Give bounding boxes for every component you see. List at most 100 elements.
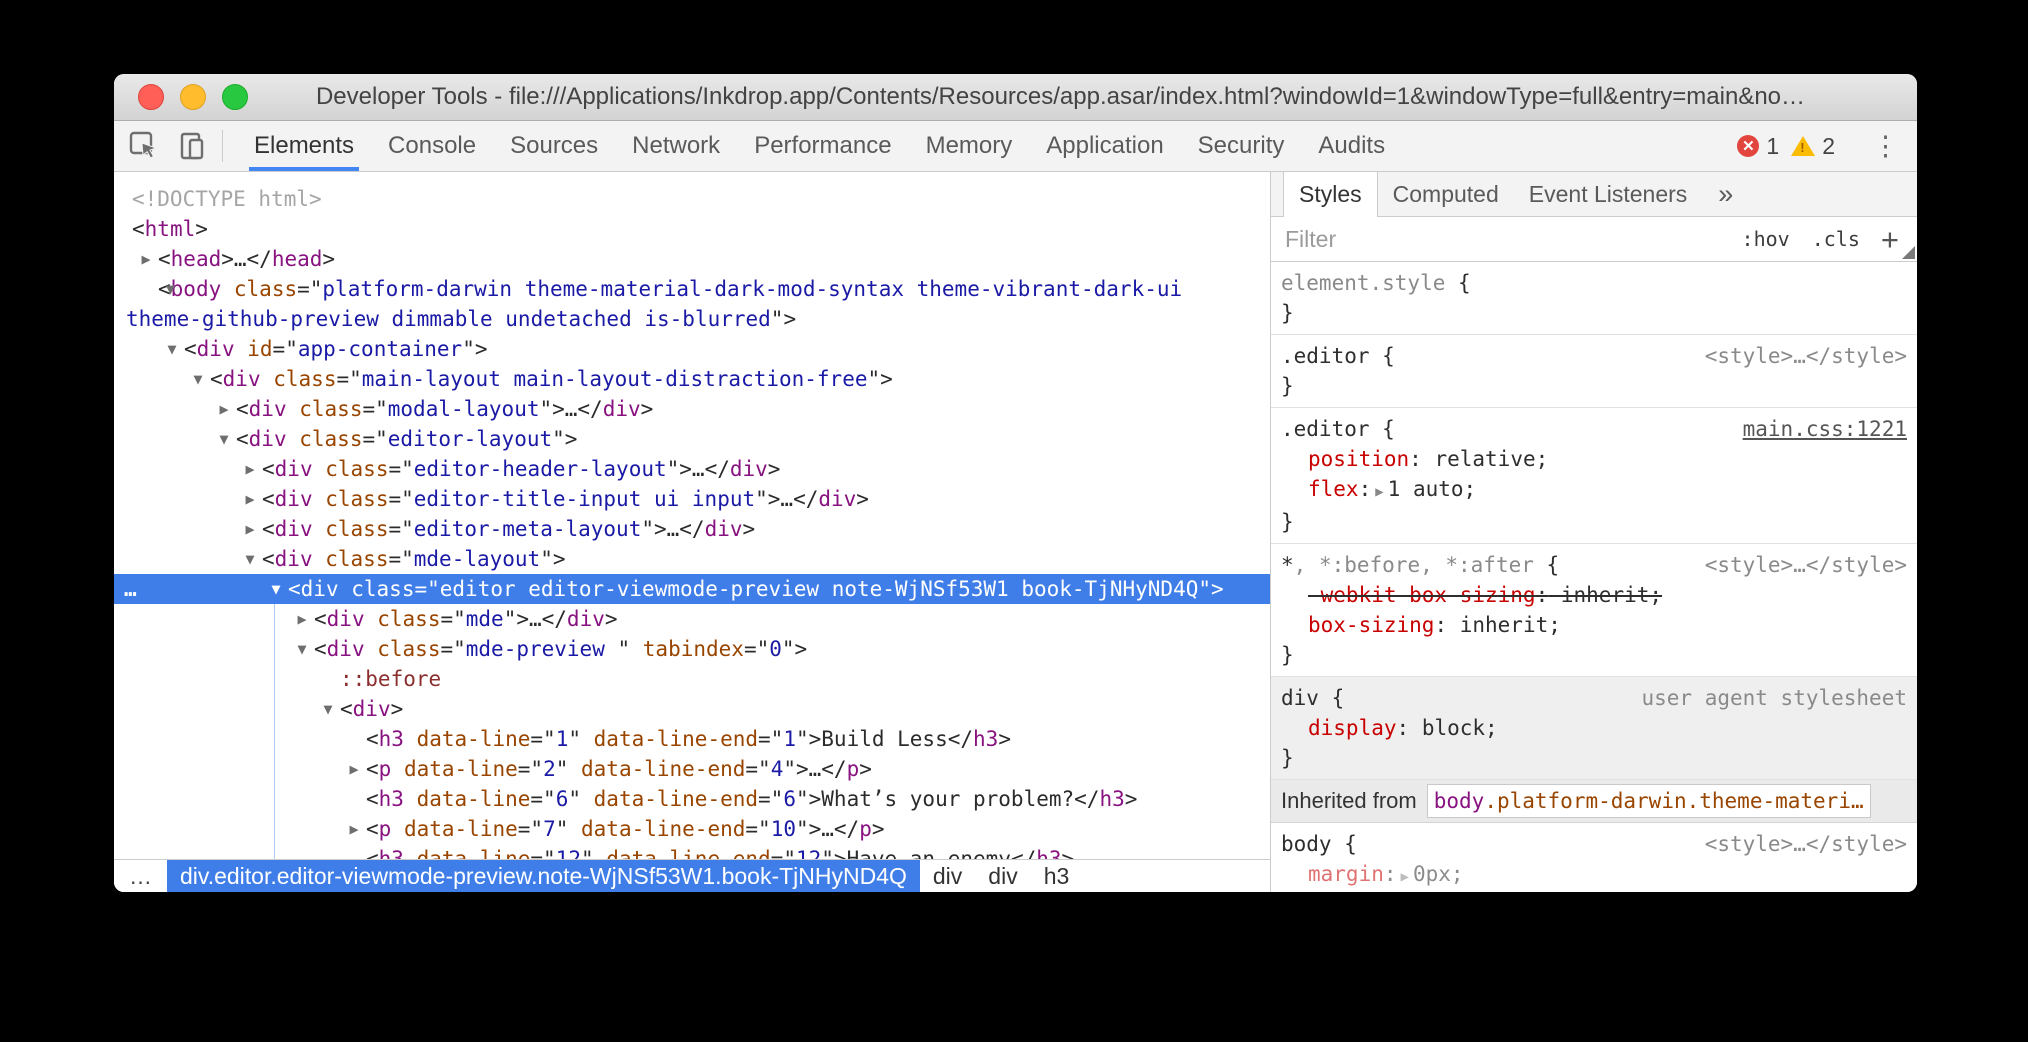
expand-arrow-icon[interactable]: ▶ [238,454,262,484]
css-declaration[interactable]: -webkit-box-sizing: inherit; [1281,580,1907,610]
tab-sources[interactable]: Sources [493,121,615,171]
expand-value-icon[interactable]: ▶ [1371,484,1387,500]
breadcrumb-item-selected[interactable]: div.editor.editor-viewmode-preview.note-… [167,860,920,892]
code-token: data-line-end [606,847,770,859]
dom-tree-row[interactable]: ▼<div> [114,694,1270,724]
sidebar-tab-styles[interactable]: Styles [1283,172,1378,217]
dom-tree: <!DOCTYPE html><html>▶<head>…</head>▼<bo… [114,172,1270,859]
code-token: class [351,577,414,601]
stylesheet-source-link[interactable]: main.css:1221 [1733,414,1907,444]
error-icon: ✕ [1737,135,1759,157]
dom-tree-row[interactable]: ▼<div id="app-container"> [114,334,1270,364]
collapse-arrow-icon[interactable]: ▼ [186,364,210,394]
code-token: < [366,787,379,811]
code-token: div [275,487,313,511]
class-toggle-button[interactable]: .cls [1801,227,1871,251]
hover-state-button[interactable]: :hov [1731,227,1801,251]
dom-tree-row[interactable]: ▼<div class="editor-layout"> [114,424,1270,454]
inspect-element-icon[interactable] [128,130,160,162]
resize-grip[interactable] [1902,246,1915,259]
dom-tree-row[interactable]: <h3 data-line="1" data-line-end="1">Buil… [114,724,1270,754]
sidebar-more-tabs-icon[interactable]: » [1702,172,1749,216]
code-token: =" [362,427,387,451]
tab-application[interactable]: Application [1029,121,1180,171]
dom-tree-row[interactable]: ::before [114,664,1270,694]
tab-memory[interactable]: Memory [909,121,1030,171]
code-token: ">…</ [796,817,859,841]
expand-arrow-icon[interactable]: ▶ [290,604,314,634]
dom-tree-row[interactable]: <h3 data-line="6" data-line-end="6">What… [114,784,1270,814]
breadcrumb-item[interactable]: div [975,860,1030,892]
collapse-arrow-icon[interactable]: ▼ [212,424,236,454]
css-selector[interactable]: *, *:before, *:after { [1281,550,1559,580]
dom-tree-row[interactable]: ▶<div class="mde">…</div> [114,604,1270,634]
expand-arrow-icon[interactable]: ▶ [342,814,366,844]
dom-tree-row[interactable]: ▼<body class="platform-darwin theme-mate… [114,274,1270,334]
tab-console[interactable]: Console [371,121,493,171]
dom-tree-row[interactable]: ▼<div class="main-layout main-layout-dis… [114,364,1270,394]
styles-filter-row[interactable]: Filter :hov .cls + [1271,217,1917,262]
dom-tree-row[interactable]: ▶<div class="editor-title-input ui input… [114,484,1270,514]
breadcrumb-item[interactable]: div [920,860,975,892]
expand-arrow-icon[interactable]: ▶ [238,514,262,544]
css-selector[interactable]: .editor { [1281,414,1395,444]
minimize-button[interactable] [180,84,206,110]
warning-badge[interactable]: ! 2 [1791,133,1835,160]
css-selector[interactable]: element.style { [1281,268,1471,298]
breadcrumb-item[interactable]: h3 [1031,860,1083,892]
dom-tree-row[interactable]: ▶<div class="modal-layout">…</div> [114,394,1270,424]
expand-arrow-icon[interactable]: ▶ [238,484,262,514]
code-token: p [379,817,392,841]
css-declaration[interactable]: display: block; [1281,713,1907,743]
dom-tree-row[interactable]: <html> [114,214,1270,244]
tab-security[interactable]: Security [1181,121,1302,171]
code-token: div [705,517,743,541]
error-badge[interactable]: ✕ 1 [1737,133,1779,160]
tab-elements[interactable]: Elements [237,121,371,171]
collapse-arrow-icon[interactable]: ▼ [290,634,314,664]
collapse-arrow-icon[interactable]: ▼ [160,334,184,364]
code-token: =" [745,757,770,781]
dom-tree-row[interactable]: ▼<div class="mde-layout"> [114,544,1270,574]
inherited-node-link[interactable]: body.platform-darwin.theme-materi… [1427,784,1871,818]
breadcrumb-overflow-icon[interactable]: … [114,860,167,892]
css-declaration[interactable]: flex:▶1 auto; [1281,474,1907,507]
sidebar-tab-computed[interactable]: Computed [1378,172,1514,216]
css-declaration[interactable]: position: relative; [1281,444,1907,474]
code-token: Build Less [821,727,947,751]
close-button[interactable] [138,84,164,110]
css-selector[interactable]: .editor { [1281,341,1395,371]
expand-arrow-icon[interactable]: ▶ [134,244,158,274]
dom-tree-row[interactable]: ▶<div class="editor-meta-layout">…</div> [114,514,1270,544]
css-selector[interactable]: div { [1281,683,1344,713]
css-declaration[interactable]: margin:▶0px; [1281,859,1907,892]
kebab-menu-icon[interactable]: ⋮ [1864,131,1907,162]
collapse-arrow-icon[interactable]: ▼ [264,574,288,604]
zoom-button[interactable] [222,84,248,110]
expand-value-icon[interactable]: ▶ [1397,869,1413,885]
sidebar-tab-event-listeners[interactable]: Event Listeners [1514,172,1703,216]
collapse-arrow-icon[interactable]: ▼ [316,694,340,724]
tab-performance[interactable]: Performance [737,121,908,171]
dom-tree-row[interactable]: ▶<div class="editor-header-layout">…</di… [114,454,1270,484]
dom-tree-row[interactable]: ▼<div class="mde-preview " tabindex="0"> [114,634,1270,664]
expand-arrow-icon[interactable]: ▶ [212,394,236,424]
device-toolbar-icon[interactable] [176,130,208,162]
collapse-arrow-icon[interactable]: ▼ [134,274,158,304]
dom-tree-row[interactable]: ▶<p data-line="7" data-line-end="10">…</… [114,814,1270,844]
collapse-arrow-icon[interactable]: ▼ [238,544,262,574]
tab-network[interactable]: Network [615,121,737,171]
dom-tree-row[interactable]: ▶<head>…</head> [114,244,1270,274]
dom-tree-row[interactable]: <h3 data-line="12" data-line-end="12">Ha… [114,844,1270,859]
dom-tree-row[interactable]: ▶<p data-line="2" data-line-end="4">…</p… [114,754,1270,784]
dom-tree-row[interactable]: <!DOCTYPE html> [114,184,1270,214]
new-rule-button[interactable]: + [1871,224,1903,255]
expand-arrow-icon[interactable]: ▶ [342,754,366,784]
code-token: 10 [771,817,796,841]
css-selector[interactable]: body { [1281,829,1357,859]
css-declaration[interactable]: box-sizing: inherit; [1281,610,1907,640]
filter-input[interactable]: Filter [1285,226,1731,253]
dom-tree-row[interactable]: ▼…<div class="editor editor-viewmode-pre… [114,574,1270,604]
tab-audits[interactable]: Audits [1301,121,1402,171]
css-rule: *, *:before, *:after {<style>…</style>-w… [1271,544,1917,677]
